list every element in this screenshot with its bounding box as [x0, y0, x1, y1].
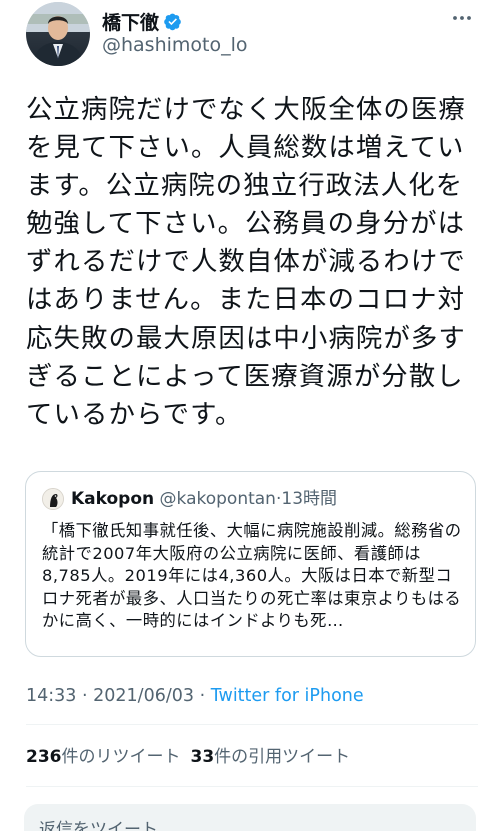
tweet-time[interactable]: 14:33 — [26, 686, 76, 706]
reply-placeholder: 返信をツイート — [39, 820, 158, 831]
quotes-label: 件の引用ツイート — [214, 747, 351, 767]
more-dots-icon[interactable] — [450, 6, 474, 30]
reply-input[interactable]: 返信をツイート — [24, 804, 476, 831]
verified-badge-icon — [163, 12, 182, 31]
divider — [26, 724, 478, 725]
author-name-row: 橋下徹 — [102, 8, 182, 34]
author-handle[interactable]: @hashimoto_lo — [102, 34, 248, 56]
quoted-tweet-text: 「橋下徹氏知事就任後、大幅に病院施設削減。総務省の統計で2007年大阪府の公立病… — [42, 521, 462, 631]
tweet-source-link[interactable]: Twitter for iPhone — [211, 686, 364, 706]
tweet-date[interactable]: 2021/06/03 — [93, 686, 194, 706]
quoted-author-name: Kakopon — [71, 489, 155, 509]
avatar-image — [26, 2, 90, 66]
quoted-author-handle: @kakopontan — [159, 489, 276, 509]
retweets-stat[interactable]: 236件のリツイート — [26, 747, 181, 767]
quotes-count: 33 — [190, 747, 215, 767]
author-avatar[interactable] — [26, 2, 90, 66]
quoted-tweet-header: Kakopon @kakopontan·13時間 — [71, 488, 337, 510]
quoted-tweet-card[interactable]: Kakopon @kakopontan·13時間 「橋下徹氏知事就任後、大幅に病… — [25, 471, 476, 657]
tweet-stats-row: 236件のリツイート 33件の引用ツイート — [26, 742, 350, 767]
tweet-timestamp-row: 14:33 · 2021/06/03 · Twitter for iPhone — [26, 686, 364, 706]
timestamp-separator: · — [76, 686, 94, 706]
divider — [26, 786, 478, 787]
quotes-stat[interactable]: 33件の引用ツイート — [191, 747, 351, 767]
quoted-tweet-time: 13時間 — [281, 489, 338, 509]
tweet-text: 公立病院だけでなく大阪全体の医療を見て下さい。人員総数は増えています。公立病院の… — [26, 94, 466, 430]
author-display-name[interactable]: 橋下徹 — [102, 8, 159, 35]
timestamp-separator: · — [194, 686, 211, 706]
quoted-author-avatar — [42, 488, 64, 510]
tweet-detail-page: 橋下徹 @hashimoto_lo 公立病院だけでなく大阪全体の医療を見て下さい… — [0, 0, 500, 831]
tweet-header: 橋下徹 @hashimoto_lo — [0, 0, 500, 78]
retweets-count: 236 — [26, 747, 62, 767]
retweets-label: 件のリツイート — [61, 747, 181, 767]
